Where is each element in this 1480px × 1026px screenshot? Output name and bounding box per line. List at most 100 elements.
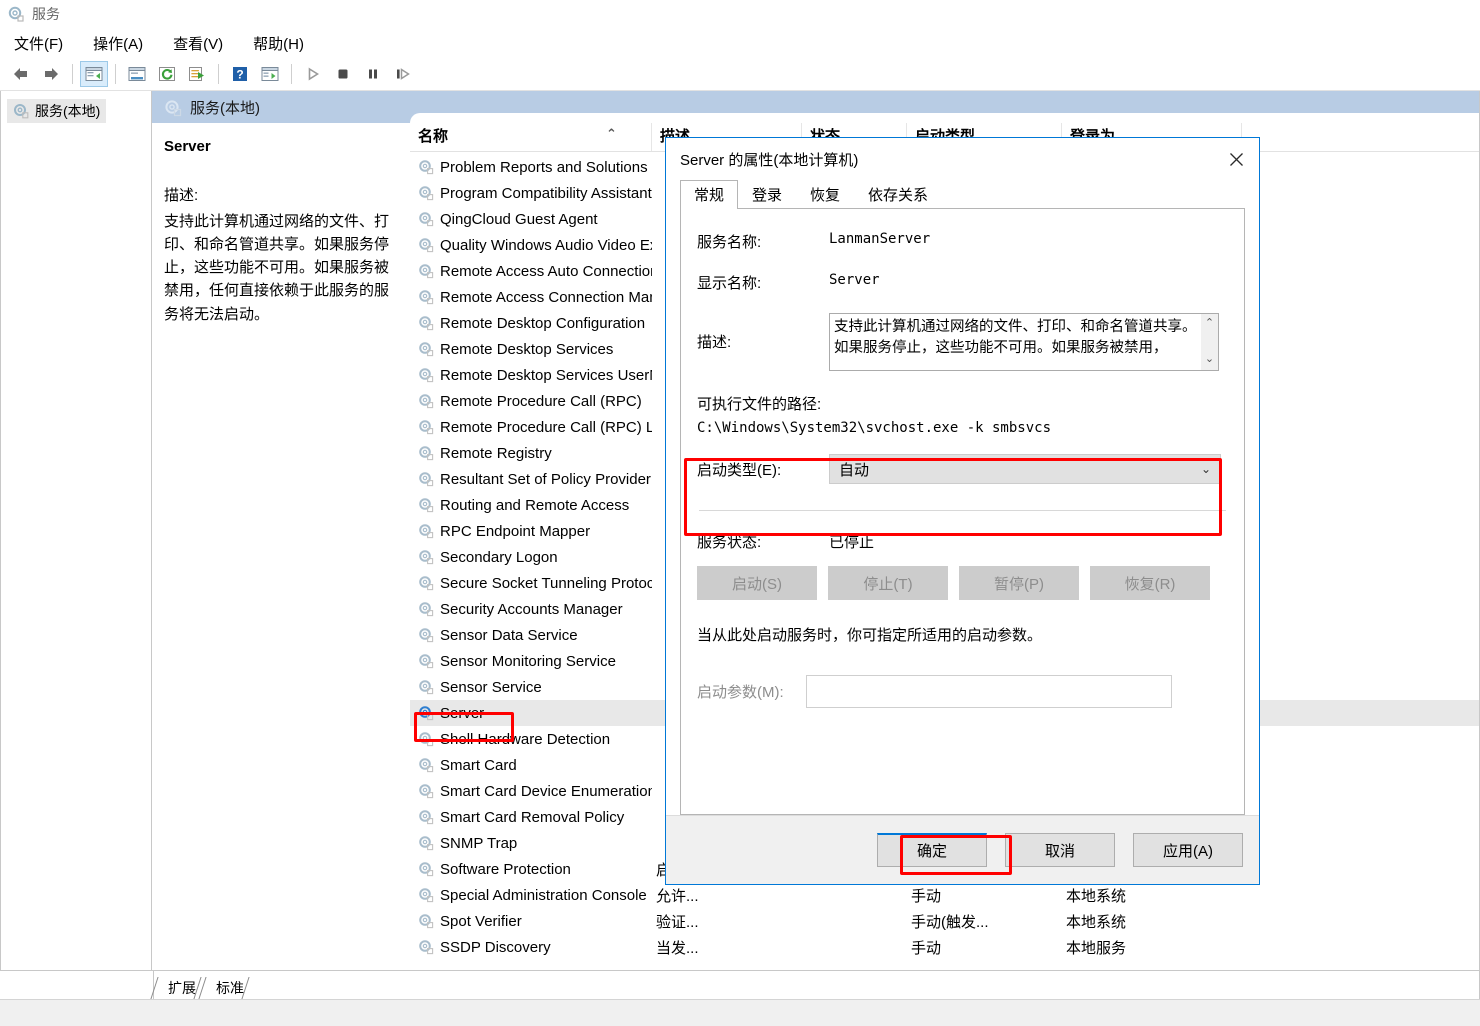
show-hide-console-tree-icon[interactable] [80, 61, 108, 87]
start-params-label: 启动参数(M): [697, 681, 784, 702]
menu-action[interactable]: 操作(A) [91, 31, 157, 56]
service-name-label: Sensor Data Service [440, 627, 578, 644]
service-name-label: Remote Procedure Call (RPC) [440, 393, 642, 410]
selected-service-title: Server [164, 135, 396, 158]
startup-type-select[interactable]: 自动 ⌄ [829, 454, 1221, 484]
services-gear-icon [418, 523, 434, 539]
tab-dependencies[interactable]: 依存关系 [854, 180, 942, 209]
service-name-label: Shell Hardware Detection [440, 731, 610, 748]
chevron-down-icon: ⌄ [1201, 462, 1211, 476]
service-status-label: 服务状态: [697, 531, 829, 552]
services-gear-icon [418, 471, 434, 487]
services-gear-icon [418, 159, 434, 175]
pause-button[interactable]: 暂停(P) [959, 566, 1079, 600]
service-status-row: 服务状态: 已停止 [697, 531, 1228, 552]
service-name-label: Remote Desktop Services UserMode Port Re… [440, 367, 652, 384]
start-params-row: 启动参数(M): [697, 675, 1228, 708]
table-row[interactable]: Special Administration Console Helper允许.… [410, 882, 1479, 908]
service-name-label: 服务名称: [697, 231, 829, 252]
tab-logon[interactable]: 登录 [738, 180, 796, 209]
start-service-icon[interactable] [299, 61, 327, 87]
table-row[interactable]: Spot Verifier验证...手动(触发...本地系统 [410, 908, 1479, 934]
service-name-label: Secondary Logon [440, 549, 558, 566]
service-name-label: Sensor Service [440, 679, 542, 696]
services-gear-icon [418, 601, 434, 617]
description-label: 描述: [164, 184, 396, 207]
service-name-cell: Sensor Monitoring Service [410, 653, 652, 670]
services-gear-icon [418, 211, 434, 227]
service-name-label: Remote Desktop Configuration [440, 315, 645, 332]
service-startup-cell: 手动(触发... [907, 911, 1062, 932]
pause-service-icon[interactable] [359, 61, 387, 87]
service-name-cell: Server [410, 705, 652, 722]
service-name-cell: Secure Socket Tunneling Protocol Service [410, 575, 652, 592]
toolbar-separator [72, 64, 73, 84]
service-name-label: QingCloud Guest Agent [440, 211, 598, 228]
menu-help[interactable]: 帮助(H) [251, 31, 318, 56]
services-gear-icon [418, 263, 434, 279]
scroll-up-icon[interactable]: ⌃ [1205, 316, 1214, 332]
tab-general[interactable]: 常规 [680, 180, 738, 209]
description-scrollbar[interactable]: ⌃ ⌄ [1201, 314, 1218, 370]
forward-arrow-icon[interactable] [37, 61, 65, 87]
service-name-label: Special Administration Console Helper [440, 887, 652, 904]
restart-service-icon[interactable] [389, 61, 417, 87]
sidebar-item-label: 服务(本地) [35, 101, 100, 121]
start-button[interactable]: 启动(S) [697, 566, 817, 600]
menu-file[interactable]: 文件(F) [12, 31, 77, 56]
description-textarea[interactable]: 支持此计算机通过网络的文件、打印、和命名管道共享。如果服务停止，这些功能不可用。… [829, 313, 1219, 371]
service-name-cell: Sensor Service [410, 679, 652, 696]
refresh-icon[interactable] [153, 61, 181, 87]
services-gear-icon [418, 575, 434, 591]
export-list-icon[interactable] [183, 61, 211, 87]
section-divider [699, 510, 1226, 511]
stop-service-icon[interactable] [329, 61, 357, 87]
dialog-general-page: 服务名称: LanmanServer 显示名称: Server 描述: 支持此计… [680, 208, 1245, 815]
scroll-down-icon[interactable]: ⌄ [1205, 352, 1214, 368]
services-gear-icon [418, 783, 434, 799]
toolbar-separator [218, 64, 219, 84]
footer-tab-standard[interactable]: 标准 [202, 977, 256, 999]
cancel-button[interactable]: 取消 [1005, 833, 1115, 867]
service-name-cell: Remote Registry [410, 445, 652, 462]
resume-button[interactable]: 恢复(R) [1090, 566, 1210, 600]
close-icon[interactable] [1213, 141, 1259, 177]
service-name-cell: Smart Card Removal Policy [410, 809, 652, 826]
service-name-label: Resultant Set of Policy Provider [440, 471, 651, 488]
tab-recovery[interactable]: 恢复 [796, 180, 854, 209]
service-description-panel: Server 描述: 支持此计算机通过网络的文件、打印、和命名管道共享。如果服务… [152, 91, 410, 970]
service-name-label: Smart Card Device Enumeration Service [440, 783, 652, 800]
services-gear-icon [418, 419, 434, 435]
stop-button[interactable]: 停止(T) [828, 566, 948, 600]
window-titlebar: 服务 [0, 0, 1480, 28]
start-params-input[interactable] [806, 675, 1172, 708]
service-name-cell: Remote Desktop Configuration [410, 315, 652, 332]
services-gear-icon [418, 341, 434, 357]
description-textarea-value: 支持此计算机通过网络的文件、打印、和命名管道共享。如果服务停止，这些功能不可用。… [830, 314, 1201, 370]
service-name-label: Software Protection [440, 861, 571, 878]
service-name-cell: Remote Desktop Services UserMode Port Re… [410, 367, 652, 384]
services-gear-icon [418, 445, 434, 461]
ok-button[interactable]: 确定 [877, 833, 987, 867]
menu-view[interactable]: 查看(V) [171, 31, 237, 56]
show-action-pane-icon[interactable] [256, 61, 284, 87]
service-name-cell: Smart Card [410, 757, 652, 774]
service-name-cell: Remote Access Auto Connection Manager [410, 263, 652, 280]
service-name-cell: Spot Verifier [410, 913, 652, 930]
services-gear-icon [418, 809, 434, 825]
service-name-label: Remote Access Connection Manager [440, 289, 652, 306]
window-title: 服务 [32, 4, 60, 24]
services-gear-icon [418, 315, 434, 331]
sidebar-item-services-local[interactable]: 服务(本地) [7, 99, 106, 123]
dialog-description-label: 描述: [697, 313, 829, 371]
table-row[interactable]: SSDP Discovery当发...手动本地服务 [410, 934, 1479, 960]
services-gear-icon [418, 367, 434, 383]
properties-icon[interactable] [123, 61, 151, 87]
display-name-value: Server [829, 272, 880, 293]
service-name-label: Secure Socket Tunneling Protocol Service [440, 575, 652, 592]
back-arrow-icon[interactable] [7, 61, 35, 87]
apply-button[interactable]: 应用(A) [1133, 833, 1243, 867]
help-icon[interactable]: ? [226, 61, 254, 87]
service-name-cell: Software Protection [410, 861, 652, 878]
services-gear-icon [418, 289, 434, 305]
